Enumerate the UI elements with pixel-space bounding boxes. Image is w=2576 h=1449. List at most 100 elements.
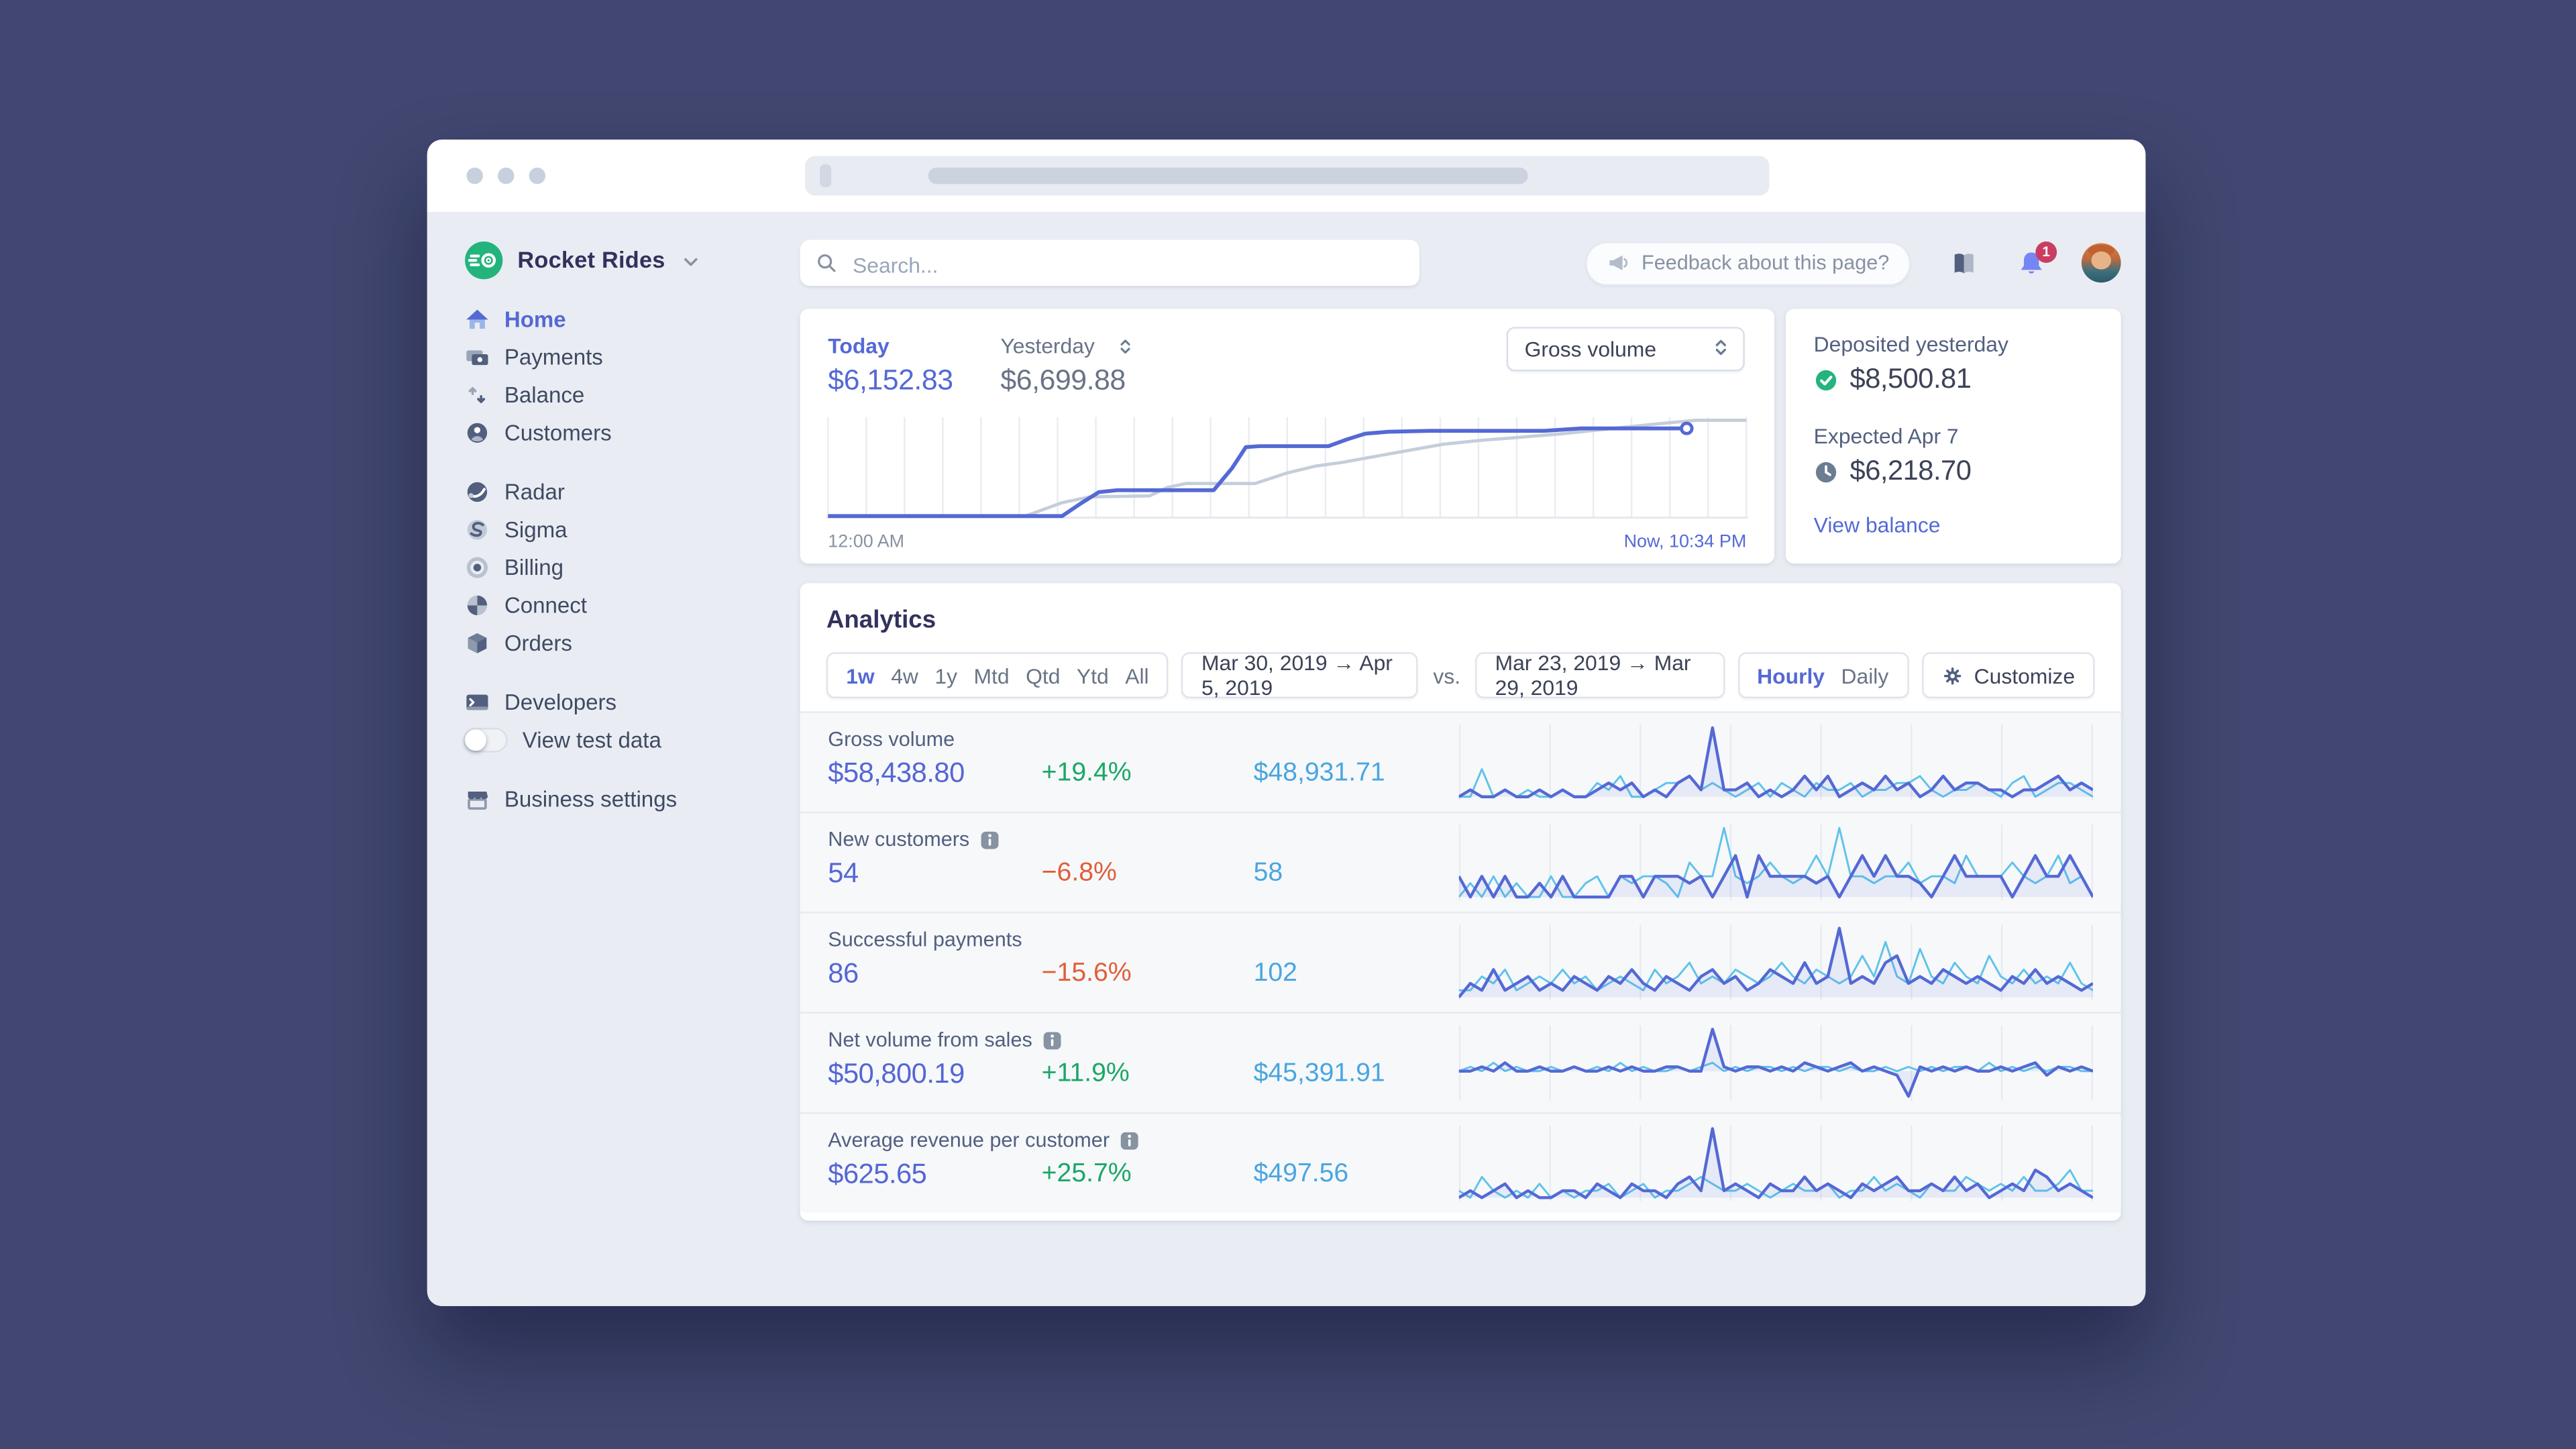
url-text-placeholder (928, 167, 1528, 184)
sidebar-item-label: Balance (504, 382, 585, 408)
view-balance-link[interactable]: View balance (1814, 513, 1941, 537)
notifications-button[interactable]: 1 (2017, 240, 2057, 277)
sidebar-group-products: Radar Sigma Billing Connect Orders (465, 473, 800, 662)
sigma-icon (465, 517, 490, 542)
interval-all[interactable]: All (1117, 663, 1157, 688)
metric-sparkline (1458, 1122, 2093, 1204)
search-box (800, 239, 1419, 290)
metric-select[interactable]: Gross volume (1506, 327, 1745, 372)
tab-today[interactable]: Today (828, 333, 889, 358)
site-favicon (820, 164, 832, 188)
sidebar-item-connect[interactable]: Connect (465, 586, 800, 624)
sidebar-item-label: Customers (504, 420, 612, 445)
interval-1w[interactable]: 1w (838, 663, 883, 688)
deposited-row: $8,500.81 (1814, 363, 1972, 396)
metric-select-value: Gross volume (1524, 337, 1657, 362)
analytics-row-successful-payments: Successful payments 86 −15.6% 102 (800, 912, 2121, 1012)
expected-label: Expected Apr 7 (1813, 423, 1959, 449)
view-test-data-toggle[interactable] (463, 727, 508, 753)
metric-label: New customers (828, 828, 1000, 851)
sidebar-item-label: Payments (504, 345, 603, 370)
expected-value: $6,218.70 (1849, 455, 1972, 486)
metric-value: $58,438.80 (828, 757, 965, 789)
book-icon (1954, 252, 1974, 273)
deposited-value: $8,500.81 (1849, 363, 1972, 394)
sidebar-group-main: Home Payments Balance Customers (465, 301, 800, 451)
info-icon[interactable] (1042, 1029, 1064, 1051)
interval-ytd[interactable]: Ytd (1069, 663, 1117, 688)
metric-label: Successful payments (828, 928, 1022, 951)
address-bar[interactable] (805, 156, 1770, 196)
sidebar-item-radar[interactable]: Radar (465, 473, 800, 511)
sidebar-item-home[interactable]: Home (465, 301, 800, 338)
metric-change: +19.4% (1041, 759, 1132, 788)
window-controls (466, 167, 546, 184)
interval-mtd[interactable]: Mtd (965, 663, 1018, 688)
primary-date-range[interactable]: Mar 30, 2019 → Apr 5, 2019 (1181, 651, 1419, 700)
interval-qtd[interactable]: Qtd (1018, 663, 1069, 688)
sidebar-item-billing[interactable]: Billing (465, 549, 800, 586)
sidebar-item-label: Connect (504, 593, 588, 618)
sidebar-item-label: Billing (504, 555, 564, 580)
analytics-row-average-revenue-per-customer: Average revenue per customer $625.65 +25.7… (800, 1112, 2121, 1213)
sidebar-item-balance[interactable]: Balance (465, 376, 800, 414)
info-icon[interactable] (979, 829, 1001, 851)
analytics-controls: 1w 4w 1y Mtd Qtd Ytd All Mar 30, 2019 → Apr 5,… (826, 651, 2095, 700)
granularity-hourly[interactable]: Hourly (1749, 663, 1833, 688)
analytics-rows: Gross volume $58,438.80 +19.4% $48,931.71 Ne… (800, 711, 2121, 1220)
chevron-down-icon (680, 250, 702, 272)
metric-value: 86 (828, 957, 859, 989)
billing-icon (465, 555, 490, 580)
interval-1y[interactable]: 1y (926, 663, 965, 688)
sidebar-item-orders[interactable]: Orders (465, 625, 800, 662)
connect-icon (465, 593, 490, 618)
account-switcher[interactable]: Rocket Rides (465, 240, 800, 280)
tab-yesterday[interactable]: Yesterday (1000, 333, 1094, 358)
account-name: Rocket Rides (517, 246, 665, 273)
desktop: Rocket Rides Home Payments Balance Customer… (0, 0, 2576, 1449)
sidebar-item-developers[interactable]: Developers (465, 684, 800, 721)
window-minimize-button[interactable] (498, 167, 515, 184)
gear-icon (1943, 666, 1961, 684)
payments-icon (465, 345, 490, 370)
customize-label: Customize (1974, 663, 2076, 688)
home-icon (465, 307, 490, 332)
deposited-label: Deposited yesterday (1813, 331, 2008, 357)
analytics-row-gross-volume: Gross volume $58,438.80 +19.4% $48,931.71 (800, 711, 2121, 812)
docs-button[interactable] (1950, 249, 1978, 277)
browser-chrome (427, 140, 2146, 214)
x-axis-now-label: Now, 10:34 PM (1623, 532, 1747, 552)
business-settings-icon (465, 787, 490, 812)
today-value: $6,152.83 (828, 363, 953, 396)
analytics-row-new-customers: New customers 54 −6.8% 58 (800, 811, 2121, 912)
sidebar-group-settings: Business settings (465, 780, 800, 818)
sidebar-item-label: Home (504, 307, 566, 332)
window-close-button[interactable] (466, 167, 483, 184)
granularity-daily[interactable]: Daily (1833, 663, 1896, 688)
feedback-button[interactable]: Feedback about this page? (1585, 240, 1911, 285)
check-circle-icon (1815, 369, 1837, 390)
sidebar-item-customers[interactable]: Customers (465, 414, 800, 451)
sidebar-item-business-settings[interactable]: Business settings (465, 780, 800, 818)
info-icon[interactable] (1120, 1130, 1141, 1151)
sidebar-item-sigma[interactable]: Sigma (465, 511, 800, 549)
balance-summary-card: Deposited yesterday $8,500.81 Expected A… (1786, 309, 2121, 564)
compare-date-range[interactable]: Mar 23, 2019 → Mar 29, 2019 (1475, 651, 1725, 700)
sidebar-item-payments[interactable]: Payments (465, 338, 800, 376)
customize-button[interactable]: Customize (1921, 652, 2095, 698)
metric-sparkline (1458, 721, 2093, 803)
window-zoom-button[interactable] (529, 167, 546, 184)
sidebar-item-label: Developers (504, 690, 617, 715)
metric-value: 54 (828, 857, 859, 889)
interval-4w[interactable]: 4w (883, 663, 926, 688)
metric-change: −6.8% (1041, 859, 1117, 888)
rocket-rides-logo-icon (465, 240, 503, 279)
dashboard-app: Rocket Rides Home Payments Balance Customer… (427, 213, 2146, 1306)
analytics-row-net-volume-from-sales: Net volume from sales $50,800.19 +11.9% $45… (800, 1012, 2121, 1112)
overview-section: Today $6,152.83 Yesterday $6,699.88 Gros… (800, 309, 2121, 564)
metric-label: Net volume from sales (828, 1028, 1063, 1051)
x-axis-start-label: 12:00 AM (828, 532, 905, 552)
user-avatar[interactable] (2081, 243, 2121, 283)
sidebar-item-view-test-data[interactable]: View test data (463, 721, 800, 759)
search-input[interactable] (849, 239, 1399, 290)
